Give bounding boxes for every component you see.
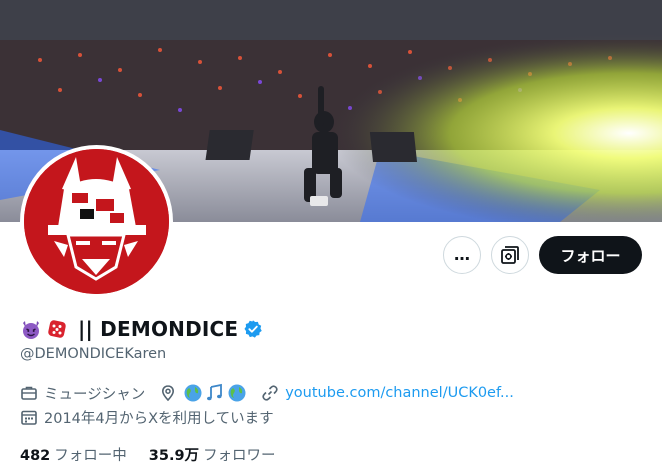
following-label: フォロー中 xyxy=(54,448,127,464)
globe-icon xyxy=(228,384,246,402)
avatar-image xyxy=(24,149,169,294)
display-name-row: || DEMONDICE xyxy=(20,316,263,342)
dice-icon xyxy=(48,320,66,338)
globe-icon xyxy=(184,384,202,402)
subscribe-icon xyxy=(501,246,519,264)
location-item xyxy=(159,383,247,403)
link-icon xyxy=(262,385,278,401)
username-handle: @DEMONDICEKaren xyxy=(20,346,167,362)
profile-avatar[interactable] xyxy=(20,145,173,298)
verified-badge-icon[interactable] xyxy=(243,319,263,339)
calendar-icon xyxy=(21,410,37,425)
followers-count: 35.9万 xyxy=(148,448,200,464)
followers-label: フォロワー xyxy=(203,448,276,464)
joined-date-label: 2014年4月からXを利用しています xyxy=(44,410,274,427)
website-link[interactable]: youtube.com/channel/UCK0ef... xyxy=(285,385,514,401)
location-pin-icon xyxy=(162,385,175,402)
demon-artwork-icon xyxy=(24,149,169,294)
category-item: ミュージシャン xyxy=(20,383,145,404)
display-name: || DEMONDICE xyxy=(78,317,239,341)
website-item: youtube.com/channel/UCK0ef... xyxy=(261,384,514,402)
following-count: 482 xyxy=(20,448,51,464)
follow-button[interactable]: フォロー xyxy=(539,236,642,274)
follow-stats: 482 フォロー中 35.9万 フォロワー xyxy=(20,444,298,465)
smiling-devil-icon xyxy=(23,321,39,339)
following-link[interactable]: 482 フォロー中 xyxy=(20,444,127,465)
joined-date-row: 2014年4月からXを利用しています xyxy=(20,406,274,428)
more-options-label: … xyxy=(454,245,470,264)
musical-notes-icon xyxy=(207,383,223,401)
profile-meta-row: ミュージシャン youtube.com/channel/UCK0ef... xyxy=(20,382,528,404)
followers-link[interactable]: 35.9万 フォロワー xyxy=(149,444,276,465)
subscribe-button[interactable] xyxy=(491,236,529,274)
briefcase-icon xyxy=(21,386,37,400)
category-label: ミュージシャン xyxy=(44,386,146,403)
more-options-button[interactable]: … xyxy=(443,236,481,274)
